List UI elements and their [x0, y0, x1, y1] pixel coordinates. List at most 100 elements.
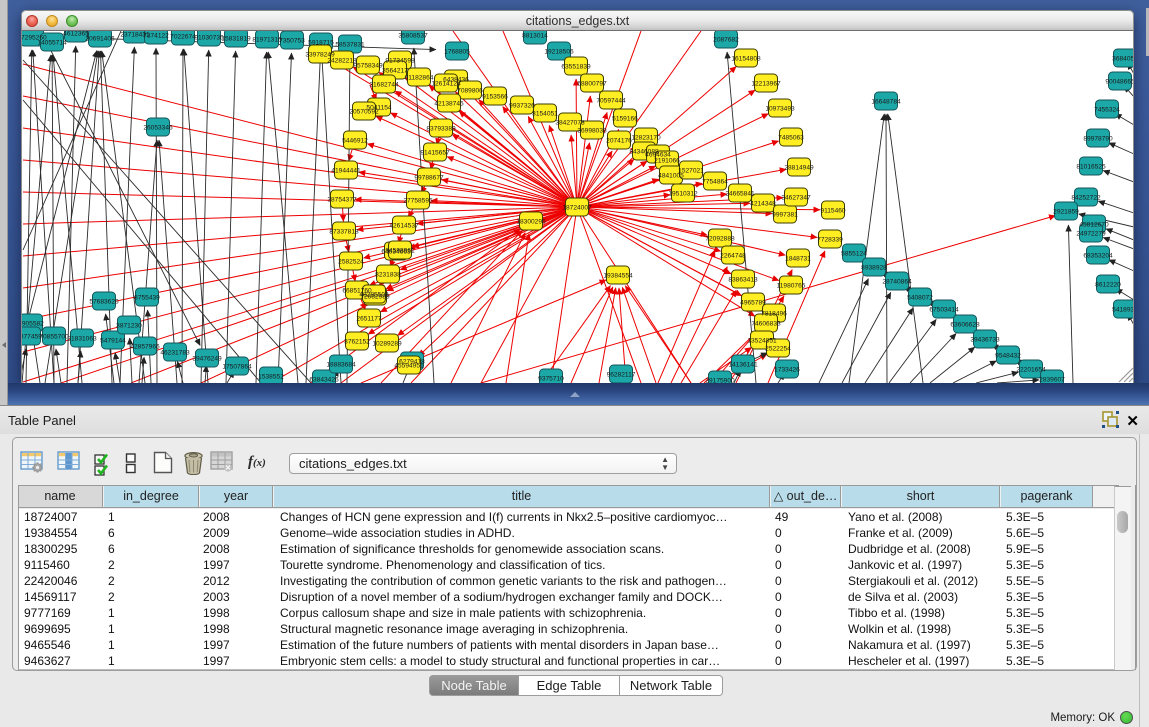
svg-text:38427073: 38427073	[555, 119, 585, 126]
svg-text:24972279: 24972279	[1076, 230, 1106, 237]
svg-text:2087682: 2087682	[713, 36, 739, 43]
svg-text:12614124: 12614124	[431, 80, 461, 87]
svg-text:95758349: 95758349	[353, 62, 383, 69]
svg-text:96282117: 96282117	[607, 371, 636, 378]
svg-text:4965789: 4965789	[740, 299, 766, 306]
svg-text:28740864: 28740864	[882, 278, 912, 285]
svg-text:5159166: 5159166	[612, 115, 638, 122]
svg-text:24665841: 24665841	[725, 190, 755, 197]
svg-text:2651177: 2651177	[356, 315, 382, 322]
svg-text:9937326: 9937326	[509, 102, 535, 109]
svg-text:34627347: 34627347	[781, 194, 811, 201]
svg-text:87337818: 87337818	[329, 228, 359, 235]
svg-text:8612220: 8612220	[1095, 281, 1121, 288]
svg-text:8755439: 8755439	[134, 294, 160, 301]
svg-text:63606628: 63606628	[950, 321, 980, 328]
svg-text:17507864: 17507864	[222, 363, 252, 370]
svg-text:22201654: 22201654	[1016, 366, 1046, 373]
svg-text:10289289: 10289289	[372, 340, 402, 347]
svg-text:28814949: 28814949	[784, 164, 814, 171]
svg-text:58537831: 58537831	[335, 41, 365, 48]
svg-text:12823170: 12823170	[631, 134, 661, 141]
svg-text:63551839: 63551839	[561, 63, 591, 70]
svg-text:4905582: 4905582	[22, 320, 44, 327]
svg-text:91030736: 91030736	[194, 34, 224, 41]
svg-text:5418934: 5418934	[1112, 306, 1134, 313]
svg-text:15831819: 15831819	[221, 35, 251, 42]
svg-text:8231838: 8231838	[375, 271, 401, 278]
svg-text:19510312: 19510312	[668, 190, 698, 197]
svg-text:42857966: 42857966	[130, 343, 160, 350]
svg-text:14055714: 14055714	[37, 39, 67, 46]
svg-text:3154051: 3154051	[532, 110, 558, 117]
svg-text:18724007: 18724007	[562, 204, 592, 211]
svg-text:42138745: 42138745	[434, 100, 464, 107]
svg-text:16648784: 16648784	[871, 98, 901, 105]
svg-text:72092888: 72092888	[705, 235, 735, 242]
svg-text:14136141: 14136141	[728, 361, 758, 368]
svg-text:20691406: 20691406	[85, 35, 115, 42]
svg-text:99788677: 99788677	[414, 174, 444, 181]
svg-text:84252722: 84252722	[1071, 194, 1101, 201]
svg-text:1538552: 1538552	[258, 373, 284, 380]
svg-text:91734598: 91734598	[385, 57, 415, 64]
svg-text:84593961: 84593961	[385, 247, 415, 254]
svg-text:4214348: 4214348	[750, 200, 776, 207]
svg-text:7374122: 7374122	[143, 32, 169, 39]
svg-text:9548432: 9548432	[995, 352, 1021, 359]
svg-text:67503414: 67503414	[929, 306, 959, 313]
svg-text:90048665: 90048665	[1105, 78, 1134, 85]
svg-text:9997381: 9997381	[772, 211, 798, 218]
svg-text:7728339: 7728339	[817, 236, 843, 243]
svg-text:74606833: 74606833	[751, 320, 781, 327]
svg-text:7022674: 7022674	[170, 33, 196, 40]
svg-text:13524851: 13524851	[747, 337, 777, 344]
svg-text:10973493: 10973493	[765, 105, 795, 112]
svg-text:3762152: 3762152	[344, 338, 370, 345]
svg-text:18300295: 18300295	[516, 218, 546, 225]
svg-text:2839607: 2839607	[1039, 376, 1065, 383]
svg-text:3564217: 3564217	[382, 67, 408, 74]
svg-text:9375710: 9375710	[538, 375, 564, 382]
svg-text:2191066: 2191066	[654, 157, 680, 164]
svg-text:70855700: 70855700	[39, 333, 69, 340]
svg-text:2074176: 2074176	[606, 137, 632, 144]
svg-text:2264748: 2264748	[720, 252, 746, 259]
svg-text:7754864: 7754864	[702, 178, 728, 185]
svg-text:1527021: 1527021	[678, 167, 704, 174]
svg-text:68800797: 68800797	[577, 80, 607, 87]
svg-text:45594951: 45594951	[394, 362, 424, 369]
svg-text:26053346: 26053346	[143, 124, 173, 131]
svg-text:39436733: 39436733	[970, 336, 1000, 343]
svg-text:12213967: 12213967	[751, 80, 781, 87]
svg-text:31831063: 31831063	[67, 335, 97, 342]
svg-text:3871230: 3871230	[116, 322, 142, 329]
svg-text:81971316: 81971316	[252, 36, 282, 43]
svg-text:19218506: 19218506	[544, 48, 574, 55]
svg-text:36998038: 36998038	[577, 127, 607, 134]
svg-text:42614537: 42614537	[389, 222, 419, 229]
svg-text:7455324: 7455324	[1094, 106, 1120, 113]
svg-text:19384554: 19384554	[603, 272, 633, 279]
svg-text:39476249: 39476249	[192, 355, 222, 362]
svg-text:46231783: 46231783	[160, 349, 190, 356]
svg-text:68353204: 68353204	[1083, 252, 1113, 259]
svg-text:31682744: 31682744	[369, 81, 399, 88]
svg-text:5446912: 5446912	[342, 137, 368, 144]
svg-text:9115460: 9115460	[820, 207, 846, 214]
svg-text:83863413: 83863413	[728, 276, 758, 283]
svg-text:5918715: 5918715	[308, 39, 334, 46]
svg-text:1768805: 1768805	[444, 48, 470, 55]
svg-text:81016525: 81016525	[1076, 163, 1106, 170]
svg-text:81182864: 81182864	[405, 74, 434, 81]
svg-text:18883684: 18883684	[326, 361, 356, 368]
svg-text:38754377: 38754377	[327, 196, 357, 203]
svg-text:8813014: 8813014	[522, 32, 548, 39]
svg-text:48285503: 48285503	[359, 291, 389, 298]
svg-text:7485063: 7485063	[778, 134, 804, 141]
svg-text:5479144: 5479144	[100, 337, 126, 344]
svg-text:63843426: 63843426	[309, 376, 339, 383]
svg-text:2522254: 2522254	[765, 345, 791, 352]
svg-text:83793389: 83793389	[426, 125, 456, 132]
svg-text:5408072: 5408072	[907, 294, 933, 301]
